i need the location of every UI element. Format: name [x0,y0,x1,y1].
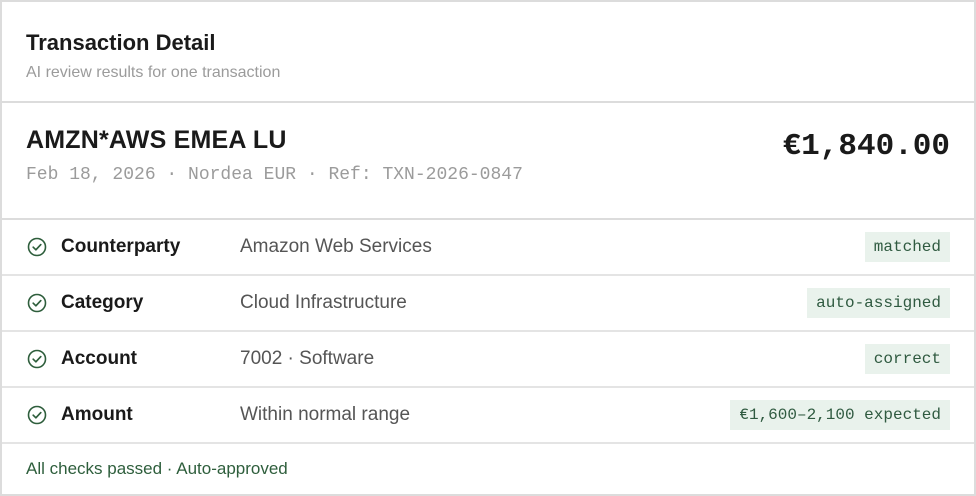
card-header: Transaction Detail AI review results for… [2,2,974,103]
check-row-account: Account 7002 · Software correct [2,332,974,388]
status-badge: correct [864,344,950,374]
check-label: Account [61,348,137,369]
check-value: Amazon Web Services [240,236,432,257]
page-title: Transaction Detail [26,30,216,55]
transaction-summary: AMZN*AWS EMEA LU Feb 18, 2026 · Nordea E… [2,103,974,220]
check-circle-icon [26,292,48,314]
transaction-detail-card: Transaction Detail AI review results for… [0,0,976,496]
check-label: Category [61,292,144,313]
check-label: Counterparty [61,236,181,257]
check-circle-icon [26,236,48,258]
check-row-category: Category Cloud Infrastructure auto-assig… [2,276,974,332]
status-badge: auto-assigned [807,288,950,318]
status-badge: €1,600–2,100 expected [730,400,950,430]
check-circle-icon [26,404,48,426]
check-row-counterparty: Counterparty Amazon Web Services matched [2,220,974,276]
check-circle-icon [26,348,48,370]
status-badge: matched [864,232,950,262]
check-value: 7002 · Software [240,348,375,369]
check-label: Amount [61,404,133,425]
check-value: Within normal range [240,404,411,425]
check-row-amount: Amount Within normal range €1,600–2,100 … [2,388,974,444]
approval-status: All checks passed · Auto-approved [26,459,288,478]
transaction-amount: €1,840.00 [782,129,950,164]
page-subtitle: AI review results for one transaction [26,64,281,81]
check-value: Cloud Infrastructure [240,292,407,313]
check-list: Counterparty Amazon Web Services matched… [2,220,974,444]
